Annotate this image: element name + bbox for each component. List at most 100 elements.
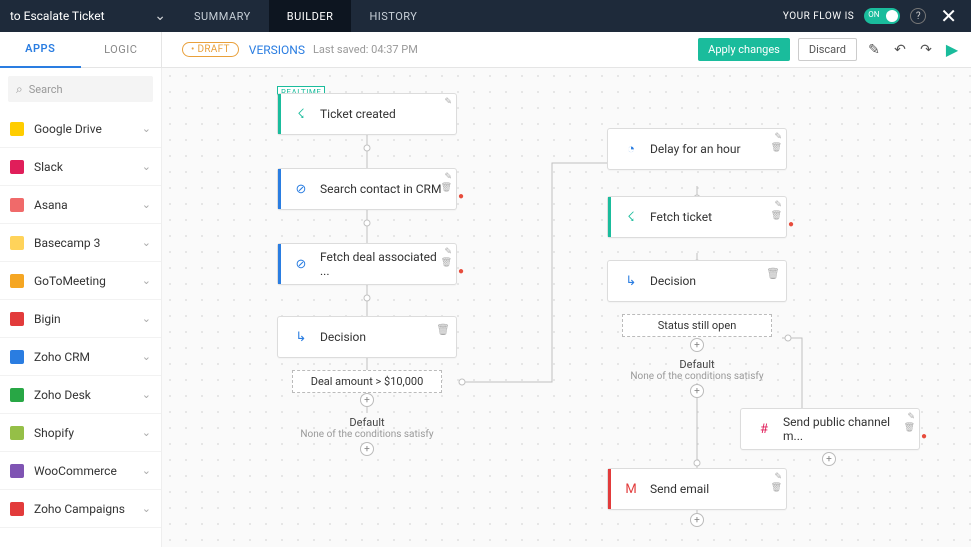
tab-builder[interactable]: BUILDER [269, 0, 352, 32]
versions-link[interactable]: VERSIONS [249, 43, 305, 57]
app-name: WooCommerce [34, 464, 117, 478]
node-controls[interactable]: ✎🗑 [441, 172, 452, 194]
node-controls[interactable]: ✎🗑 [441, 247, 452, 269]
tab-summary[interactable]: SUMMARY [176, 0, 269, 32]
discard-button[interactable]: Discard [798, 38, 857, 61]
undo-icon[interactable]: ↶ [891, 42, 909, 58]
slack-icon: # [755, 420, 773, 438]
chevron-down-icon: ⌄ [142, 122, 151, 135]
node-ticket-created[interactable]: ☇Ticket created ✎ [277, 93, 457, 135]
app-name: Asana [34, 198, 68, 212]
toggle-knob [886, 10, 898, 22]
app-logo-icon [10, 274, 24, 288]
condition-deal-amount[interactable]: Deal amount > $10,000 [292, 370, 442, 393]
default-branch-2: Default None of the conditions satisfy [617, 358, 777, 382]
chevron-down-icon: ⌄ [142, 312, 151, 325]
add-step-icon[interactable]: + [822, 452, 836, 466]
sidebar-app-item[interactable]: Shopify ⌄ [0, 414, 161, 452]
app-name: Bigin [34, 312, 61, 326]
app-name: Zoho Campaigns [34, 502, 125, 516]
node-controls[interactable]: ✎🗑 [771, 472, 782, 494]
sidebar-app-item[interactable]: Asana⌄ [0, 186, 161, 224]
chevron-down-icon: ⌄ [142, 426, 151, 439]
node-delay-hour[interactable]: ◔Delay for an hour ✎🗑 [607, 128, 787, 170]
chevron-down-icon: ⌄ [142, 502, 151, 515]
trigger-icon: ☇ [622, 208, 640, 226]
chevron-down-icon: ⌄ [154, 8, 166, 24]
sidebar-app-item[interactable]: WooCommerce⌄ [0, 452, 161, 490]
tab-history[interactable]: HISTORY [351, 0, 435, 32]
error-dot-icon: ● [458, 191, 464, 202]
flow-status-label: YOUR FLOW IS [783, 11, 854, 22]
error-dot-icon: ● [458, 266, 464, 277]
gmail-icon: M [622, 480, 640, 498]
toggle-on-label: ON [868, 10, 879, 19]
node-send-email[interactable]: MSend email ✎🗑 [607, 468, 787, 510]
add-condition-icon[interactable]: + [690, 338, 704, 352]
search-input[interactable]: ⌕ Search [8, 76, 153, 102]
node-search-contact[interactable]: ⊘Search contact in CRM ✎🗑 ● [277, 168, 457, 210]
chevron-down-icon: ⌄ [142, 160, 151, 173]
condition-status-open[interactable]: Status still open [622, 314, 772, 337]
apply-changes-button[interactable]: Apply changes [698, 38, 790, 61]
flow-enabled-toggle[interactable]: ON [864, 8, 900, 24]
redo-icon[interactable]: ↷ [917, 42, 935, 58]
node-slack-message[interactable]: #Send public channel m... ✎🗑 ● [740, 408, 920, 450]
error-dot-icon: ● [788, 219, 794, 230]
default-branch-1: Default None of the conditions satisfy [287, 416, 447, 440]
app-logo-icon [10, 502, 24, 516]
draft-badge: • DRAFT [182, 42, 239, 57]
add-step-icon[interactable]: + [360, 442, 374, 456]
app-logo-icon [10, 312, 24, 326]
app-logo-icon [10, 198, 24, 212]
app-logo-icon [10, 464, 24, 478]
subtab-logic[interactable]: LOGIC [81, 32, 162, 68]
node-fetch-ticket[interactable]: ☇Fetch ticket ✎🗑 ● [607, 196, 787, 238]
node-controls[interactable]: ✎🗑 [771, 200, 782, 222]
app-logo-icon [10, 350, 24, 364]
second-bar: APPS LOGIC • DRAFT VERSIONS Last saved: … [0, 32, 971, 68]
apps-sidebar: ⌕ Search Google Drive⌄Slack⌄Asana⌄Baseca… [0, 68, 162, 547]
branch-icon: ↳ [622, 272, 640, 290]
sidebar-app-item[interactable]: Google Drive ⌄ [0, 110, 161, 148]
sidebar-app-item[interactable]: Zoho Desk⌄ [0, 376, 161, 414]
node-controls[interactable]: ✎🗑 [904, 412, 915, 434]
node-decision-1[interactable]: ↳Decision 🗑 [277, 316, 457, 358]
app-name: Zoho Desk [34, 388, 91, 402]
chevron-down-icon: ⌄ [142, 350, 151, 363]
sidebar-app-item[interactable]: Basecamp 3 ⌄ [0, 224, 161, 262]
add-step-icon[interactable]: + [690, 513, 704, 527]
magic-wand-icon[interactable]: ✎ [865, 42, 883, 58]
app-name: Shopify [34, 426, 74, 440]
node-controls[interactable]: ✎🗑 [771, 132, 782, 154]
connector-lines [162, 68, 971, 547]
node-fetch-deal[interactable]: ⊘Fetch deal associated ... ✎🗑 ● [277, 243, 457, 285]
app-name: GoToMeeting [34, 274, 106, 288]
sidebar-app-item[interactable]: Zoho Campaigns ⌄ [0, 490, 161, 528]
sidebar-app-item[interactable]: Zoho CRM ⌄ [0, 338, 161, 376]
app-logo-icon [10, 236, 24, 250]
help-icon[interactable]: ? [910, 8, 926, 24]
chevron-down-icon: ⌄ [142, 236, 151, 249]
add-condition-icon[interactable]: + [360, 393, 374, 407]
node-decision-2[interactable]: ↳Decision 🗑 [607, 260, 787, 302]
subtab-apps[interactable]: APPS [0, 32, 81, 68]
add-step-icon[interactable]: + [690, 384, 704, 398]
app-name: Zoho CRM [34, 350, 90, 364]
sidebar-app-item[interactable]: Bigin ⌄ [0, 300, 161, 338]
sidebar-app-item[interactable]: Slack⌄ [0, 148, 161, 186]
last-saved-text: Last saved: 04:37 PM [313, 43, 418, 56]
trash-icon[interactable]: 🗑 [436, 323, 450, 336]
trash-icon[interactable]: 🗑 [766, 267, 780, 280]
app-name: Google Drive [34, 122, 102, 136]
trigger-icon: ☇ [292, 105, 310, 123]
play-icon[interactable]: ▶ [943, 40, 961, 59]
sidebar-app-item[interactable]: GoToMeeting⌄ [0, 262, 161, 300]
node-controls[interactable]: ✎ [444, 97, 452, 108]
flow-title-dropdown[interactable]: to Escalate Ticket ⌄ [0, 8, 176, 24]
app-name: Basecamp 3 [34, 236, 100, 250]
close-icon[interactable]: ✕ [936, 4, 961, 28]
app-logo-icon [10, 122, 24, 136]
flow-title-text: to Escalate Ticket [10, 9, 105, 23]
flow-canvas[interactable]: REALTIME ☇Ticket created ✎ ⊘Search conta… [162, 68, 971, 547]
